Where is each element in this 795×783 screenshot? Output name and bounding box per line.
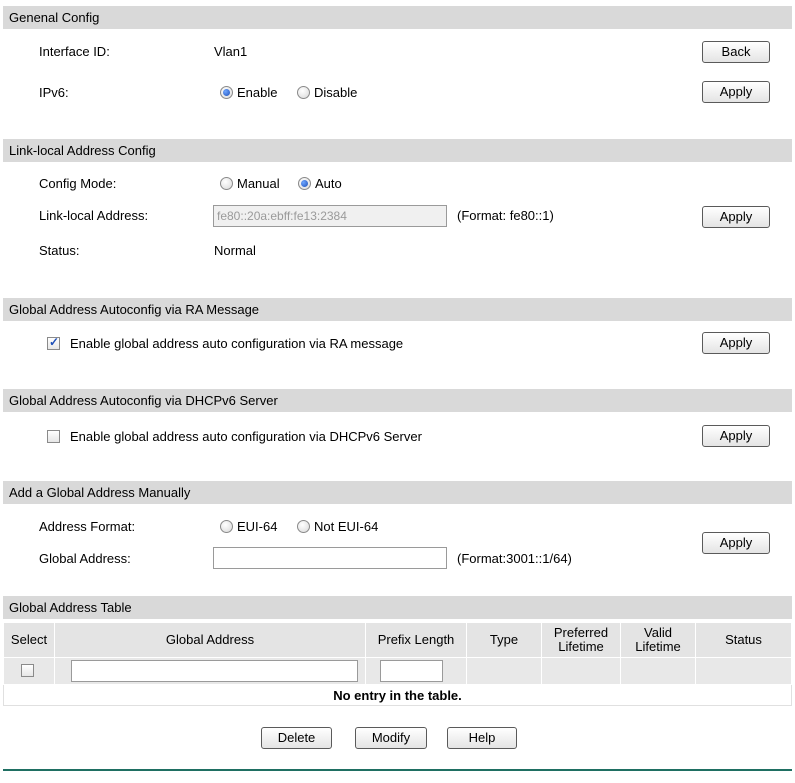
filter-select-cell <box>3 657 55 685</box>
global-address-table-header: Global Address Table <box>3 596 792 619</box>
config-mode-auto-label: Auto <box>315 176 342 191</box>
table-empty-row: No entry in the table. <box>3 684 792 706</box>
link-local-config-header: Link-local Address Config <box>3 139 792 162</box>
interface-id-value: Vlan1 <box>214 44 248 59</box>
filter-status-cell <box>695 657 792 685</box>
ipv6-disable-label: Disable <box>314 85 358 100</box>
column-header: Status <box>695 622 792 658</box>
filter-type-cell <box>466 657 542 685</box>
link-local-format-hint: (Format: fe80::1) <box>457 208 554 223</box>
ipv6-enable-radio[interactable] <box>220 86 233 99</box>
table-filter-row <box>3 657 792 685</box>
select-all-checkbox[interactable] <box>21 664 34 677</box>
config-mode-manual-label: Manual <box>237 176 280 191</box>
ra-autoconfig-header: Global Address Autoconfig via RA Message <box>3 298 792 321</box>
filter-prefix-length-input[interactable] <box>380 660 443 682</box>
ra-apply-button[interactable]: Apply <box>702 332 770 354</box>
column-header: Select <box>3 622 55 658</box>
eui64-radio[interactable] <box>220 520 233 533</box>
column-header: Type <box>466 622 542 658</box>
back-button[interactable]: Back <box>702 41 770 63</box>
column-header: Valid Lifetime <box>620 622 696 658</box>
filter-preferred-cell <box>541 657 621 685</box>
empty-table-message: No entry in the table. <box>3 684 792 706</box>
global-address-format-hint: (Format:3001::1/64) <box>457 551 572 566</box>
checkmark-icon: ✓ <box>49 335 60 349</box>
column-header: Global Address <box>54 622 366 658</box>
ipv6-label: IPv6: <box>39 85 69 100</box>
global-address-table: Select Global Address Prefix Length Type… <box>3 622 792 706</box>
table-header-row: Select Global Address Prefix Length Type… <box>3 622 792 658</box>
not-eui64-radio[interactable] <box>297 520 310 533</box>
ra-enable-checkbox[interactable]: ✓ <box>47 335 60 350</box>
global-address-label: Global Address: <box>39 551 131 566</box>
not-eui64-label: Not EUI-64 <box>314 519 379 534</box>
config-mode-auto-radio[interactable] <box>298 177 311 190</box>
dhcpv6-enable-checkbox[interactable] <box>47 430 60 443</box>
general-apply-button[interactable]: Apply <box>702 81 770 103</box>
dhcpv6-enable-label: Enable global address auto configuration… <box>70 429 422 444</box>
filter-prefix-cell <box>365 657 467 685</box>
eui64-label: EUI-64 <box>237 519 278 534</box>
ra-enable-label: Enable global address auto configuration… <box>70 336 404 351</box>
help-button[interactable]: Help <box>447 727 517 749</box>
manual-global-address-header: Add a Global Address Manually <box>3 481 792 504</box>
status-value: Normal <box>214 243 256 258</box>
config-mode-label: Config Mode: <box>39 176 117 191</box>
status-label: Status: <box>39 243 80 258</box>
address-format-label: Address Format: <box>39 519 136 534</box>
dhcpv6-apply-button[interactable]: Apply <box>702 425 770 447</box>
global-address-input[interactable] <box>213 547 447 569</box>
dhcpv6-autoconfig-header: Global Address Autoconfig via DHCPv6 Ser… <box>3 389 792 412</box>
interface-id-label: Interface ID: <box>39 44 110 59</box>
delete-button[interactable]: Delete <box>261 727 332 749</box>
bottom-divider <box>3 769 792 771</box>
filter-valid-cell <box>620 657 696 685</box>
modify-button[interactable]: Modify <box>355 727 427 749</box>
link-local-apply-button[interactable]: Apply <box>702 206 770 228</box>
ipv6-disable-radio[interactable] <box>297 86 310 99</box>
column-header: Prefix Length <box>365 622 467 658</box>
general-config-header: Genenal Config <box>3 6 792 29</box>
column-header: Preferred Lifetime <box>541 622 621 658</box>
ipv6-enable-label: Enable <box>237 85 278 100</box>
filter-address-cell <box>54 657 366 685</box>
manual-apply-button[interactable]: Apply <box>702 532 770 554</box>
link-local-address-label: Link-local Address: <box>39 208 149 223</box>
link-local-address-input[interactable] <box>213 205 447 227</box>
config-mode-manual-radio[interactable] <box>220 177 233 190</box>
filter-global-address-input[interactable] <box>71 660 358 682</box>
